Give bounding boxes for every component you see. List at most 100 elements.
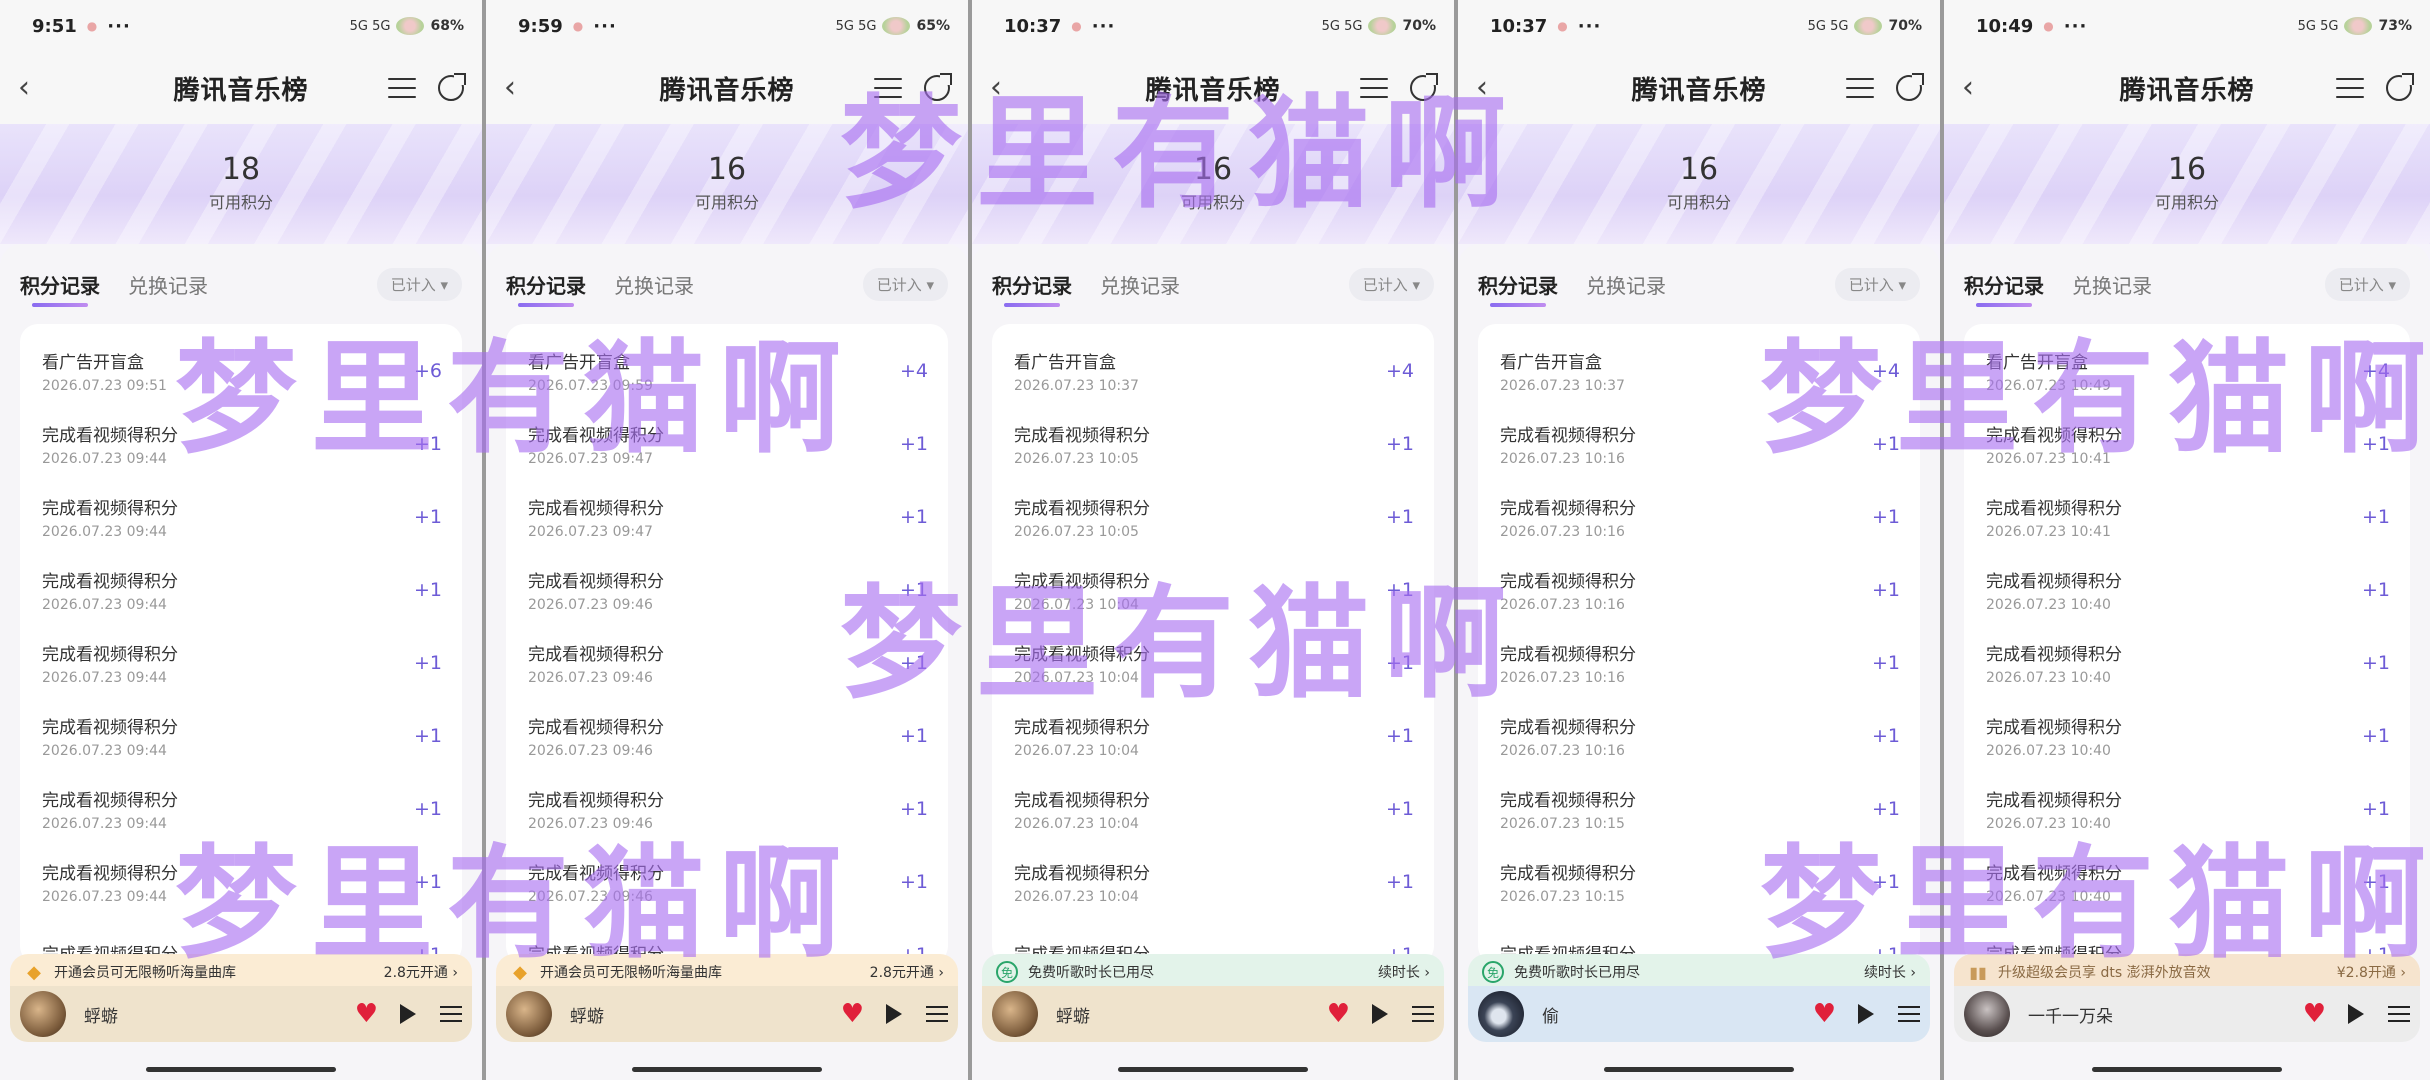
playlist-icon[interactable] — [926, 1006, 948, 1022]
promo-banner[interactable]: 免免费听歌时长已用尽 续时长 › — [982, 954, 1444, 990]
tab-exchange-record[interactable]: 兑换记录 — [128, 270, 208, 299]
back-icon[interactable]: ‹ — [18, 73, 48, 103]
record-title: 完成看视频得积分 — [1986, 863, 2122, 884]
share-icon[interactable] — [924, 73, 952, 101]
heart-icon[interactable]: ♥ — [841, 999, 864, 1029]
promo-banner[interactable]: ◆ 开通会员可无限畅听海量曲库 2.8元开通 › — [496, 954, 958, 990]
promo-text: 升级超级会员享 dts 澎湃外放音效 — [1998, 965, 2211, 981]
list-item: 完成看视频得积分 2026.07.23 09:44 +1 — [20, 407, 462, 480]
list-item: 完成看视频得积分 2026.07.23 10:15 +1 — [1478, 845, 1920, 918]
record-text: 完成看视频得积分 2026.07.23 10:15 — [1500, 859, 1872, 905]
share-icon[interactable] — [438, 73, 466, 101]
playlist-icon[interactable] — [1412, 1006, 1434, 1022]
share-icon[interactable] — [2386, 73, 2414, 101]
record-points: +1 — [2361, 432, 2390, 455]
playlist-icon[interactable] — [1898, 1006, 1920, 1022]
menu-icon[interactable] — [1360, 78, 1388, 98]
list-item: 完成看视频得积分 2026.07.23 09:47 +1 — [506, 407, 948, 480]
menu-icon[interactable] — [2336, 78, 2364, 98]
home-indicator — [1118, 1067, 1308, 1072]
filter-dropdown[interactable]: 已计入 ▾ — [1348, 267, 1434, 301]
promo-cta-button[interactable]: 续时长 › — [1864, 962, 1916, 982]
record-title: 完成看视频得积分 — [1014, 425, 1150, 446]
filter-dropdown[interactable]: 已计入 ▾ — [862, 267, 948, 301]
heart-icon[interactable]: ♥ — [1327, 999, 1350, 1029]
mini-player[interactable]: 一千一万朵 ♥ — [1954, 986, 2420, 1042]
mini-player[interactable]: 偷 ♥ — [1468, 986, 1930, 1042]
mini-player[interactable]: 蜉蝣 ♥ — [496, 986, 958, 1042]
promo-cta-button[interactable]: 2.8元开通 › — [870, 962, 944, 982]
battery-icon — [882, 17, 911, 35]
record-points: +1 — [899, 724, 928, 747]
menu-icon[interactable] — [1846, 78, 1874, 98]
back-icon[interactable]: ‹ — [1476, 73, 1506, 103]
record-text: 看广告开盲盒 2026.07.23 10:37 — [1014, 348, 1386, 394]
record-date: 2026.07.23 09:47 — [528, 450, 653, 467]
play-icon[interactable] — [1858, 1004, 1874, 1024]
record-title: 完成看视频得积分 — [1014, 644, 1150, 665]
record-title: 完成看视频得积分 — [42, 717, 178, 738]
promo-banner[interactable]: ◆ 开通会员可无限畅听海量曲库 2.8元开通 › — [10, 954, 472, 990]
record-text: 完成看视频得积分 2026.07.23 10:16 — [1500, 421, 1872, 467]
tab-exchange-record[interactable]: 兑换记录 — [2072, 270, 2152, 299]
tab-points-record[interactable]: 积分记录 — [1964, 270, 2044, 307]
list-item: 完成看视频得积分 2026.07.23 10:40 +1 — [1964, 553, 2410, 626]
record-points: +1 — [1871, 432, 1900, 455]
mini-player[interactable]: 蜉蝣 ♥ — [982, 986, 1444, 1042]
back-icon[interactable]: ‹ — [504, 73, 534, 103]
promo-cta-button[interactable]: 2.8元开通 › — [384, 962, 458, 982]
tab-points-record[interactable]: 积分记录 — [506, 270, 586, 307]
album-cover[interactable] — [506, 991, 552, 1037]
promo-banner[interactable]: 免免费听歌时长已用尽 续时长 › — [1468, 954, 1930, 990]
album-cover[interactable] — [20, 991, 66, 1037]
play-icon[interactable] — [1372, 1004, 1388, 1024]
more-status-icon: ··· — [1091, 15, 1116, 37]
record-points: +1 — [1871, 651, 1900, 674]
heart-icon[interactable]: ♥ — [2303, 999, 2326, 1029]
playlist-icon[interactable] — [2388, 1006, 2410, 1022]
record-text: 完成看视频得积分 2026.07.23 09:46 — [528, 567, 900, 613]
heart-icon[interactable]: ♥ — [1813, 999, 1836, 1029]
battery-icon — [2344, 17, 2373, 35]
record-text: 完成看视频得积分 2026.07.23 10:16 — [1500, 713, 1872, 759]
share-icon[interactable] — [1410, 73, 1438, 101]
available-points-value: 18 — [221, 152, 261, 187]
record-points: +1 — [899, 432, 928, 455]
promo-text: 开通会员可无限畅听海量曲库 — [540, 965, 722, 981]
menu-icon[interactable] — [388, 78, 416, 98]
tab-points-record[interactable]: 积分记录 — [992, 270, 1072, 307]
promo-cta-button[interactable]: ¥2.8开通 › — [2337, 962, 2406, 982]
screenshot-stage: 9:51 ● ··· 5G 5G 68% ‹ 腾讯音乐榜 18 可用积分 积分记录 兑换记录 已计入 … — [0, 0, 2430, 1080]
tab-points-record[interactable]: 积分记录 — [1478, 270, 1558, 307]
tab-exchange-record[interactable]: 兑换记录 — [614, 270, 694, 299]
promo-banner[interactable]: ▮▮ 升级超级会员享 dts 澎湃外放音效 ¥2.8开通 › — [1954, 954, 2420, 990]
record-date: 2026.07.23 09:44 — [42, 596, 167, 613]
phone-screen: 9:59 ● ··· 5G 5G 65% ‹ 腾讯音乐榜 16 可用积分 积分记录 兑换记录 已计入 … — [486, 0, 972, 1080]
record-title: 完成看视频得积分 — [42, 790, 178, 811]
back-icon[interactable]: ‹ — [990, 73, 1020, 103]
album-cover[interactable] — [1964, 991, 2010, 1037]
album-cover[interactable] — [1478, 991, 1524, 1037]
filter-dropdown[interactable]: 已计入 ▾ — [2324, 267, 2410, 301]
play-icon[interactable] — [2348, 1004, 2364, 1024]
filter-dropdown[interactable]: 已计入 ▾ — [376, 267, 462, 301]
play-icon[interactable] — [886, 1004, 902, 1024]
menu-icon[interactable] — [874, 78, 902, 98]
heart-icon[interactable]: ♥ — [355, 999, 378, 1029]
tab-exchange-record[interactable]: 兑换记录 — [1586, 270, 1666, 299]
mini-player[interactable]: 蜉蝣 ♥ — [10, 986, 472, 1042]
record-title: 完成看视频得积分 — [42, 571, 178, 592]
share-icon[interactable] — [1896, 73, 1924, 101]
record-points: +4 — [1871, 359, 1900, 382]
play-icon[interactable] — [400, 1004, 416, 1024]
tab-exchange-record[interactable]: 兑换记录 — [1100, 270, 1180, 299]
playlist-icon[interactable] — [440, 1006, 462, 1022]
album-cover[interactable] — [992, 991, 1038, 1037]
back-icon[interactable]: ‹ — [1962, 73, 1992, 103]
record-text: 完成看视频得积分 2026.07.23 10:15 — [1500, 786, 1872, 832]
filter-dropdown[interactable]: 已计入 ▾ — [1834, 267, 1920, 301]
tab-points-record[interactable]: 积分记录 — [20, 270, 100, 307]
record-text: 完成看视频得积分 2026.07.23 09:44 — [42, 421, 414, 467]
battery-level: 70% — [1402, 18, 1436, 34]
promo-cta-button[interactable]: 续时长 › — [1378, 962, 1430, 982]
